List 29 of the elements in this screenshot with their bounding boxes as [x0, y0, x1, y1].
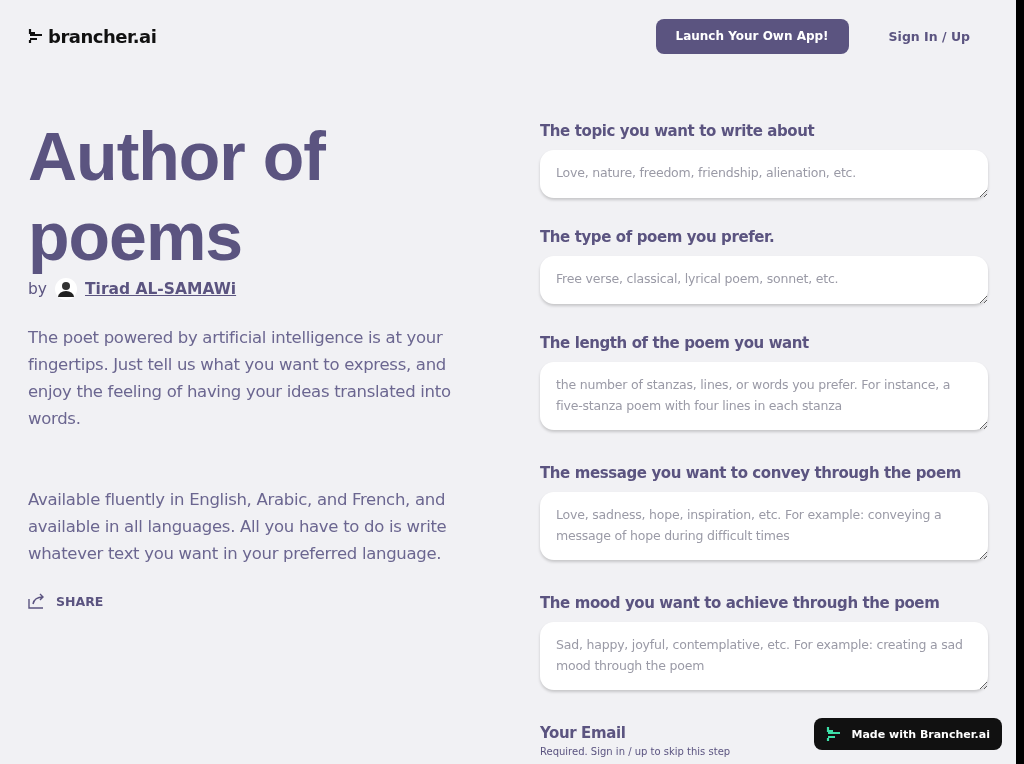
- badge-text: Made with Brancher.ai: [851, 727, 990, 741]
- field-label: Your Email: [540, 724, 626, 742]
- page-title: Author of poems: [28, 117, 327, 276]
- text-area[interactable]: the number of stanzas, lines, or words you prefer. For instance, a five-stanza poem with four lines in each stanza: [540, 362, 988, 430]
- text-area[interactable]: Free verse, classical, lyrical poem, sonnet, etc.: [540, 256, 988, 304]
- share-button[interactable]: SHARE: [28, 593, 473, 609]
- made-with-badge[interactable]: Made with Brancher.ai: [813, 718, 1002, 750]
- avatar-icon: [55, 278, 77, 300]
- description-text: Available fluently in English, Arabic, and French, and available in all languages. All you have to do is write whatever text you want in your preferred language.: [28, 489, 448, 565]
- description-text: The poet powered by artificial intelligence is at your fingertips. Just tell us what you want to express, and enjoy the feeling of having your ideas translated into words.: [28, 327, 452, 430]
- scrollbar[interactable]: [1016, 0, 1024, 764]
- logo-icon: [28, 27, 44, 45]
- sign-in-link[interactable]: Sign In / Up: [864, 28, 988, 44]
- text-area[interactable]: Sad, happy, joyful, contemplative, etc. For example: creating a sad mood through the poem: [540, 622, 988, 690]
- by-label: by: [28, 280, 47, 298]
- text-area[interactable]: Love, nature, freedom, friendship, alienation, etc.: [540, 150, 988, 198]
- logo-icon: [825, 725, 842, 743]
- author-link[interactable]: Tirad AL-SAMAWi: [85, 280, 237, 298]
- brand-logo[interactable]: brancher.ai: [28, 25, 157, 47]
- logo-text: brancher.ai: [48, 25, 157, 47]
- field-label: The length of the poem you want: [540, 334, 809, 352]
- field-label: The type of poem you prefer.: [540, 228, 775, 246]
- hint-text: Required. Sign in / up to skip this step: [540, 746, 732, 757]
- field-label: The topic you want to write about: [540, 122, 815, 140]
- field-label: The message you want to convey through the poem: [540, 464, 961, 482]
- text-area[interactable]: Love, sadness, hope, inspiration, etc. For example: conveying a message of hope during difficult times: [540, 492, 988, 560]
- launch-app-button[interactable]: Launch Your Own App!: [655, 18, 849, 54]
- field-label: The mood you want to achieve through the poem: [540, 594, 940, 612]
- share-icon: [28, 593, 46, 609]
